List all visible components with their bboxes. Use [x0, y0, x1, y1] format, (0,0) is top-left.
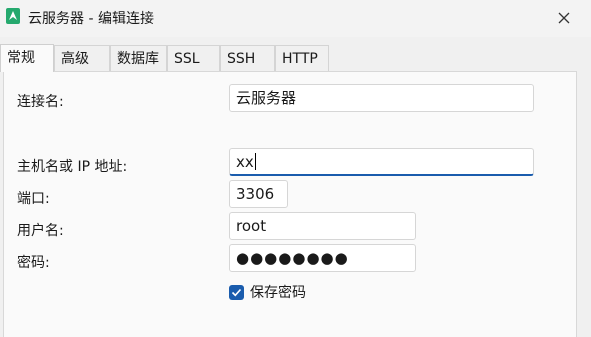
- username-input[interactable]: root: [229, 212, 416, 240]
- port-label: 端口:: [17, 191, 50, 207]
- password-mask: ●●●●●●●●: [236, 249, 349, 267]
- tab-ssl[interactable]: SSL: [167, 45, 220, 71]
- connection-name-input[interactable]: 云服务器: [229, 84, 534, 112]
- navicat-icon: [6, 8, 20, 24]
- tab-bar: 常规 高级 数据库 SSL SSH HTTP: [0, 44, 329, 72]
- port-input[interactable]: 3306: [229, 180, 288, 208]
- tab-general[interactable]: 常规: [0, 44, 54, 72]
- tab-databases[interactable]: 数据库: [110, 45, 167, 71]
- save-password-checkbox[interactable]: [229, 284, 244, 300]
- general-tab-panel: 连接名: 云服务器 主机名或 IP 地址: xx 端口: 3306 用户名: r…: [3, 71, 577, 337]
- tab-advanced[interactable]: 高级: [54, 45, 110, 71]
- text-caret: [254, 153, 256, 170]
- host-input[interactable]: xx: [229, 148, 534, 176]
- window-title: 云服务器 - 编辑连接: [28, 11, 154, 27]
- save-password-label: 保存密码: [250, 285, 306, 301]
- save-password-checkbox-row[interactable]: 保存密码: [229, 282, 306, 302]
- host-input-value: xx: [236, 153, 254, 171]
- title-bar: 云服务器 - 编辑连接: [0, 0, 591, 37]
- connection-name-label: 连接名:: [17, 94, 64, 110]
- host-label: 主机名或 IP 地址:: [17, 159, 128, 175]
- username-label: 用户名:: [17, 223, 64, 239]
- tab-http[interactable]: HTTP: [275, 45, 329, 71]
- edit-connection-window: 云服务器 - 编辑连接 常规 高级 数据库 SSL SSH HTTP 连接名: …: [0, 0, 591, 337]
- password-label: 密码:: [17, 255, 50, 271]
- checkmark-icon: [231, 288, 242, 296]
- close-icon[interactable]: [552, 6, 576, 30]
- tab-ssh[interactable]: SSH: [220, 45, 275, 71]
- password-input[interactable]: ●●●●●●●●: [229, 244, 416, 272]
